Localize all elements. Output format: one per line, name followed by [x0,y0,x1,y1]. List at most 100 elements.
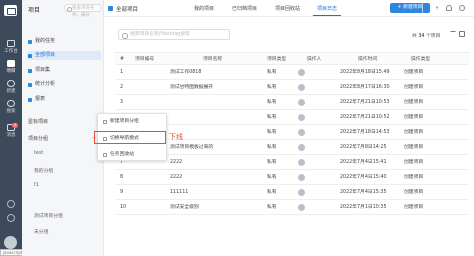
cell-name: 测试项目模板过来的 [170,145,214,150]
group-item[interactable]: t1 [34,183,39,188]
cell-code [135,200,165,214]
cell-time: 2022年7月4日15:41 [340,160,387,165]
starred-projects-header[interactable]: 星标项目 [28,118,48,125]
notification-icon[interactable] [446,5,452,11]
cell-code [135,185,165,199]
rail-workbench[interactable]: 工作台 [0,40,22,54]
new-project-button[interactable]: + 新建项目 [390,3,430,13]
table-row[interactable]: 3 私有 2022年7月21日10:53 创建项目 [115,95,469,110]
table-row[interactable]: 8 2222 私有 2022年7月4日15:40 创建项目 [115,170,469,185]
top-nav: 全部项目 我的项目 已归档项目 项目回收站 项目日志 + 新建项目 ▾ [104,0,474,17]
cell-action: 创建项目 [404,70,424,75]
cell-action: 创建项目 [404,145,424,150]
menu-task-recycle-bin[interactable]: 任务回收站 [102,150,164,159]
table-row[interactable]: 6测试项目模板过来的私有2022年7月8日14:25创建项目 [115,140,469,155]
chart-icon [28,82,32,87]
group-item[interactable]: test [34,151,43,156]
group-item[interactable]: 未分组 [34,228,48,235]
cell-type: 私有 [267,100,277,105]
count-suffix: 个项目 [425,34,441,39]
sidebar-search-input[interactable]: 搜索项目名称、编号 [64,4,102,18]
gear-icon[interactable] [459,5,465,11]
cell-name: 111111 [170,190,189,195]
cell-action: 创建项目 [404,175,424,180]
table-row[interactable]: 7 2222 私有 2022年7月4日15:41 创建项目 [115,155,469,170]
sidebar-item-label: 全部项目 [35,52,56,58]
cell-type: 私有 [267,85,277,90]
main-search-input[interactable]: 搜索项目名称/Hashtag搜索 [118,29,230,40]
menu-new-group[interactable]: 新建项目分组 [102,117,164,126]
avatar [298,174,305,181]
col-action: 操作类型 [411,57,431,62]
cell-name: 2222 [170,175,183,180]
tab-recycle-bin[interactable]: 项目回收站 [275,5,300,12]
sidebar-item-all-projects[interactable]: 全部项目 [27,51,101,60]
avatar [298,129,305,136]
columns-icon[interactable] [459,31,465,37]
rail-messages-label: 消息 [6,133,16,138]
tab-archived[interactable]: 已归档项目 [232,5,257,12]
project-icon [7,60,15,67]
cell-type: 私有 [267,130,277,135]
menu-label: 新建项目分组 [110,119,139,124]
sidebar-item-analytics[interactable]: 统计分析 [27,80,101,89]
folder-icon [28,53,32,58]
sidebar-item-reports[interactable]: 报表 [27,95,101,104]
app-rail: 工作台 项目 新建 搜索 消息 3 [0,0,22,256]
cell-type: 私有 [267,145,277,150]
group-item[interactable]: 我的分组 [34,167,53,174]
group-item[interactable]: 测试项目分组 [34,212,63,219]
chevron-down-icon[interactable]: ▾ [436,6,438,11]
rail-new[interactable]: 新建 [0,80,22,94]
cell-time: 2022年7月8日14:25 [340,145,387,150]
sidebar-title: 项目 [28,7,41,14]
project-group-header[interactable]: 项目分组 [28,135,48,142]
annotation-label: 下线 [169,133,183,141]
cell-type: 私有 [267,190,277,195]
cell-name: 测试甘特图数据展开 [170,85,214,90]
col-type: 项目类型 [267,57,287,62]
project-sidebar: 项目 搜索项目名称、编号 我的任务 全部项目 项目集 统计分析 报表 星标项目 … [22,0,104,256]
cell-index: 3 [120,100,124,105]
cell-type: 私有 [267,160,277,165]
rail-search[interactable]: 搜索 [0,100,22,114]
sidebar-item-my-tasks[interactable]: 我的任务 [27,37,101,46]
tab-project-log[interactable]: 项目日志 [317,5,337,12]
plus-icon [7,80,15,87]
count-prefix: 共 [412,34,417,39]
rail-messages[interactable]: 消息 [0,124,22,138]
cell-time: 2022年7月21日10:53 [340,100,390,105]
table-row[interactable]: 4私有2022年7月21日10:52创建项目 [115,110,469,125]
tab-my-projects[interactable]: 我的项目 [194,5,214,12]
search-icon [7,100,15,107]
filter-icon[interactable] [450,31,456,37]
project-count: 共 34 个项目 [412,32,440,39]
avatar [298,69,305,76]
avatar [298,84,305,91]
table-row[interactable]: 2 测试甘特图数据展开 私有 2022年8月17日16:30 创建项目 [115,80,469,95]
cell-code [135,95,165,109]
avatar [298,144,305,151]
help-icon[interactable] [7,200,15,208]
cell-code [135,65,165,79]
table-row[interactable]: 10 测试安全级别 私有 2022年7月1日10:35 创建项目 [115,200,469,215]
cell-type: 私有 [267,70,277,75]
settings-icon[interactable] [7,214,15,222]
table-row[interactable]: 9 111111 私有 2022年7月4日15:35 创建项目 [115,185,469,200]
table-header: # 项目编号 项目名称 项目类型 操作人 操作时间 操作类型 [115,52,469,65]
avatar [298,99,305,106]
table-row[interactable]: 1 测试工作0818 私有 2022年8月18日15:49 创建项目 [115,65,469,80]
avatar [298,189,305,196]
cell-type: 私有 [267,115,277,120]
sidebar-item-label: 统计分析 [35,81,56,87]
cell-name: 测试工作0818 [170,70,202,75]
col-code: 项目编号 [135,57,155,62]
app-logo[interactable] [4,5,17,16]
folder-plus-icon [103,119,107,124]
user-avatar[interactable] [4,236,17,249]
cell-code [135,80,165,94]
task-icon [28,39,32,44]
rail-project[interactable]: 项目 [0,60,22,74]
cell-index: 10 [120,205,127,210]
sidebar-item-project-set[interactable]: 项目集 [27,66,101,75]
